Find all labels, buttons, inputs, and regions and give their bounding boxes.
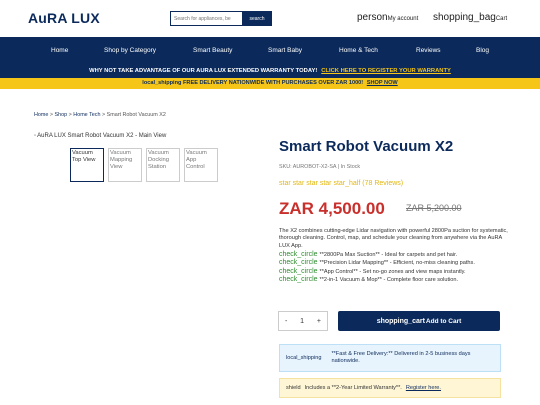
search-button[interactable]: search	[242, 11, 272, 26]
feature-list: check_circle **2800Pa Max Suction** - Ide…	[279, 251, 514, 285]
feature-text: **App Control** - Set no-go zones and vi…	[319, 268, 466, 275]
feature-text: **2800Pa Max Suction** - Ideal for carpe…	[319, 252, 458, 258]
thumbnail-top-view[interactable]: Vacuum Top View	[70, 148, 104, 182]
local-shipping-icon: local_shipping	[286, 354, 322, 361]
feature-item: check_circle **App Control** - Set no-go …	[279, 268, 514, 276]
breadcrumb-separator: >	[101, 112, 106, 118]
breadcrumb-home-tech[interactable]: Home Tech	[73, 112, 100, 118]
person-icon: person	[357, 12, 388, 23]
free-delivery-banner: local_shipping FREE DELIVERY NATIONWIDE …	[0, 78, 540, 89]
check-circle-icon: check_circle	[279, 276, 318, 284]
search-input[interactable]	[170, 11, 242, 26]
breadcrumb-separator: >	[68, 112, 72, 118]
delivery-banner-text: FREE DELIVERY NATIONWIDE WITH PURCHASES …	[183, 80, 364, 86]
thumbnail-strip: Vacuum Top View Vacuum Mapping View Vacu…	[70, 148, 218, 182]
site-logo[interactable]: AuRA LUX	[28, 10, 100, 26]
main-product-image[interactable]: ▫AuRA LUX Smart Robot Vacuum X2 - Main V…	[34, 133, 166, 139]
feature-text: **Precision Lidar Mapping** - Efficient,…	[319, 260, 475, 267]
add-to-cart-label: Add to Cart	[425, 317, 462, 325]
warranty-info-text: Includes a **2-Year Limited Warranty**.	[304, 385, 402, 391]
quantity-minus-button[interactable]: -	[285, 318, 287, 325]
thumbnail-mapping-view[interactable]: Vacuum Mapping View	[108, 148, 142, 182]
main-image-alt: AuRA LUX Smart Robot Vacuum X2 - Main Vi…	[37, 133, 167, 139]
nav-item-smart-baby[interactable]: Smart Baby	[268, 47, 302, 54]
thumbnail-docking-station[interactable]: Vacuum Docking Station	[146, 148, 180, 182]
broken-image-icon: ▫	[34, 133, 37, 139]
cart-label: Cart	[495, 16, 508, 22]
nav-item-blog[interactable]: Blog	[476, 47, 489, 54]
breadcrumb-separator: >	[49, 112, 54, 118]
shipping-info-text: **Fast & Free Delivery:** Delivered in 2…	[331, 351, 471, 364]
product-description: The X2 combines cutting-edge Lidar navig…	[279, 228, 508, 249]
nav-item-shop-by-category[interactable]: Shop by Category	[104, 47, 156, 54]
shopping-bag-icon: shopping_bag	[433, 12, 496, 23]
nav-item-home[interactable]: Home	[51, 47, 68, 54]
shop-now-link[interactable]: SHOP NOW	[367, 80, 398, 86]
register-here-link[interactable]: Register here.	[406, 385, 441, 391]
register-warranty-link[interactable]: CLICK HERE TO REGISTER YOUR WARRANTY	[321, 68, 451, 74]
breadcrumb-current: Smart Robot Vacuum X2	[106, 112, 166, 118]
main-nav: Home Shop by Category Smart Beauty Smart…	[0, 37, 540, 65]
check-circle-icon: check_circle	[279, 259, 318, 267]
warranty-info-box: shield Includes a **2-Year Limited Warra…	[279, 378, 501, 398]
shopping-cart-icon: shopping_cart	[376, 317, 425, 325]
cart-link[interactable]: shopping_bag Cart	[433, 12, 507, 23]
breadcrumb-shop[interactable]: Shop	[55, 112, 68, 118]
product-rating: star star star star star_half (78 Review…	[279, 180, 403, 187]
shipping-info-box: local_shipping **Fast & Free Delivery:**…	[279, 344, 501, 372]
current-price: ZAR 4,500.00	[279, 199, 385, 218]
check-circle-icon: check_circle	[279, 251, 318, 258]
breadcrumb: Home > Shop > Home Tech > Smart Robot Va…	[34, 112, 166, 118]
breadcrumb-home[interactable]: Home	[34, 112, 48, 118]
quantity-value[interactable]: 1	[300, 318, 304, 325]
review-count-link[interactable]: (78 Reviews)	[362, 180, 403, 187]
check-circle-icon: check_circle	[279, 267, 318, 275]
account-link[interactable]: person My account	[357, 12, 418, 23]
account-label: My account	[387, 16, 419, 22]
sku-stock-line: SKU: AUROBOT-X2-SA | In Stock	[279, 164, 361, 170]
top-header: AuRA LUX search person My account shoppi…	[0, 0, 540, 37]
feature-item: check_circle **2800Pa Max Suction** - Ide…	[279, 251, 514, 259]
original-price: ZAR 5,200.00	[406, 203, 462, 213]
nav-item-smart-beauty[interactable]: Smart Beauty	[193, 47, 232, 54]
quantity-stepper: - 1 +	[278, 311, 328, 331]
warranty-promo-banner: WHY NOT TAKE ADVANTAGE OF OUR AURA LUX E…	[0, 65, 540, 78]
nav-item-reviews[interactable]: Reviews	[416, 47, 441, 54]
shield-icon: shield	[286, 385, 301, 391]
feature-text: **2-in-1 Vacuum & Mop** - Complete floor…	[319, 277, 459, 284]
nav-item-home-tech[interactable]: Home & Tech	[339, 47, 378, 54]
product-title: Smart Robot Vacuum X2	[279, 138, 454, 155]
search-bar: search	[170, 11, 272, 26]
thumbnail-app-control[interactable]: Vacuum App Control	[184, 148, 218, 182]
feature-item: check_circle **Precision Lidar Mapping** …	[279, 259, 514, 267]
promo-text: WHY NOT TAKE ADVANTAGE OF OUR AURA LUX E…	[89, 68, 318, 74]
add-to-cart-button[interactable]: shopping_cart Add to Cart	[338, 311, 500, 331]
quantity-plus-button[interactable]: +	[317, 318, 321, 325]
local-shipping-icon: local_shipping	[142, 80, 182, 86]
feature-item: check_circle **2-in-1 Vacuum & Mop** - Co…	[279, 276, 514, 284]
rating-stars-icon: star star star star star_half	[279, 180, 361, 187]
